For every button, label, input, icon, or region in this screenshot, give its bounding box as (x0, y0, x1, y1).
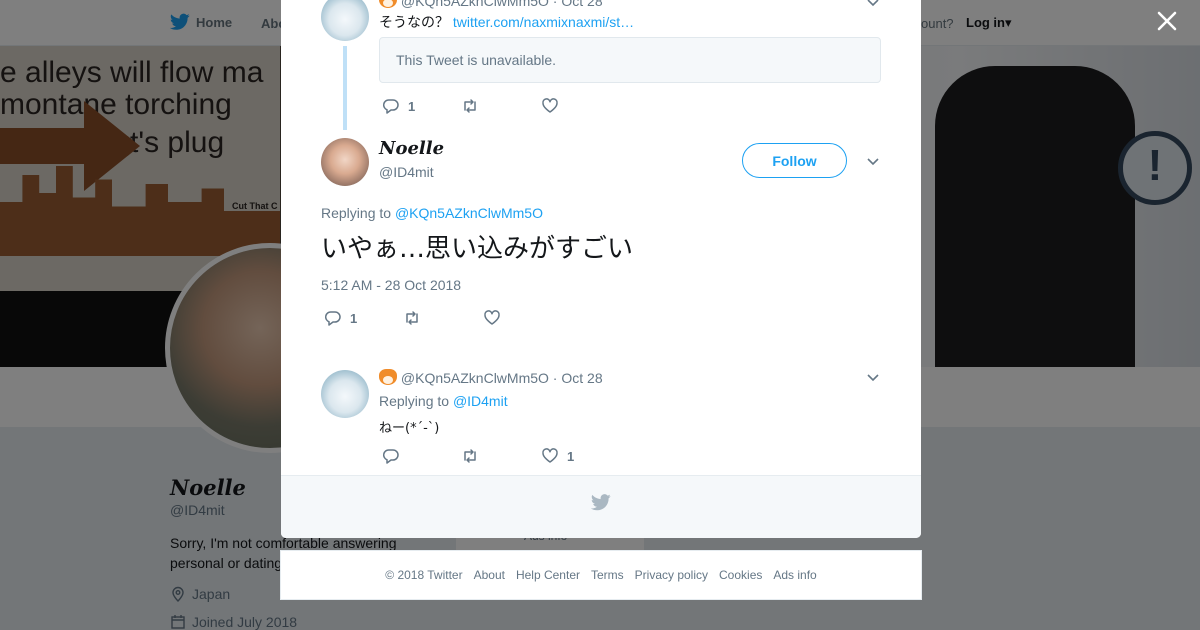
reply-icon (382, 99, 399, 114)
replying-to-handle[interactable]: @ID4mit (453, 393, 508, 409)
tweet-handle[interactable]: @KQn5AZknClwMm5O (401, 370, 549, 386)
like-icon (484, 310, 500, 325)
reply-count: 1 (408, 98, 416, 114)
avatar[interactable] (321, 0, 369, 41)
footer-link-cookies[interactable]: Cookies (719, 568, 762, 582)
reply-icon (382, 449, 399, 464)
twitter-bird-icon (591, 494, 611, 511)
retweet-icon (464, 99, 476, 113)
reply-button[interactable] (382, 447, 400, 465)
footer-link-ads[interactable]: Ads info (773, 568, 816, 582)
reply-icon (324, 311, 341, 326)
chevron-down-icon[interactable] (865, 0, 881, 10)
retweet-button[interactable] (403, 309, 421, 327)
replying-to-handle[interactable]: @KQn5AZknClwMm5O (395, 205, 543, 221)
tweet-text: そうなの？ twitter.com/naxmixnaxmi/st… (379, 12, 634, 32)
tweet-author-handle[interactable]: @ID4mit (379, 164, 434, 180)
like-icon (542, 448, 558, 463)
retweet-button[interactable] (461, 97, 479, 115)
retweet-icon (406, 311, 418, 325)
replying-to: Replying to @KQn5AZknClwMm5O (321, 205, 543, 221)
retweet-icon (464, 449, 476, 463)
footer-link-privacy[interactable]: Privacy policy (635, 568, 708, 582)
replying-to: Replying to @ID4mit (379, 393, 508, 409)
footer-link-help[interactable]: Help Center (516, 568, 580, 582)
reply-count: 1 (350, 310, 358, 326)
tweet-text-body: そうなの？ (379, 14, 449, 30)
like-button[interactable] (541, 97, 559, 115)
like-button[interactable]: 1 (541, 447, 574, 465)
tweet-header: @KQn5AZknClwMm5O · Oct 28 (379, 0, 603, 9)
retweet-button[interactable] (461, 447, 479, 465)
close-icon[interactable] (1152, 8, 1182, 38)
chevron-down-icon[interactable] (865, 369, 881, 385)
page-footer: © 2018 Twitter About Help Center Terms P… (280, 550, 922, 600)
footer-link-about[interactable]: About (474, 568, 505, 582)
tweet-text: ねー(*´-`) (379, 421, 440, 436)
fox-icon (379, 369, 397, 385)
tweet-handle[interactable]: @KQn5AZknClwMm5O (401, 0, 549, 9)
replying-prefix: Replying to (321, 205, 392, 221)
reply-button[interactable]: 1 (324, 309, 357, 327)
tweet-timestamp[interactable]: 5:12 AM - 28 Oct 2018 (321, 277, 461, 293)
tweet-modal: @KQn5AZknClwMm5O · Oct 28 そうなの？ twitter.… (281, 0, 921, 538)
modal-footer (281, 475, 921, 538)
fox-icon (379, 0, 397, 8)
footer-link-terms[interactable]: Terms (591, 568, 624, 582)
like-count: 1 (567, 448, 575, 464)
reply-button[interactable]: 1 (382, 97, 415, 115)
follow-button[interactable]: Follow (742, 143, 847, 178)
footer-copyright: © 2018 Twitter (385, 568, 463, 582)
replying-prefix: Replying to (379, 393, 450, 409)
avatar[interactable] (321, 138, 369, 186)
like-button[interactable] (483, 309, 501, 327)
avatar[interactable] (321, 370, 369, 418)
thread-connector-line (343, 46, 347, 130)
tweet-date[interactable]: Oct 28 (561, 0, 602, 9)
like-icon (542, 98, 558, 113)
chevron-down-icon[interactable] (865, 153, 881, 169)
tweet-link[interactable]: twitter.com/naxmixnaxmi/st… (453, 14, 634, 30)
tweet-author-name[interactable]: Noelle (379, 138, 444, 159)
tweet-date[interactable]: Oct 28 (561, 370, 602, 386)
tweet-main-text: いやぁ…思い込みがすごい (321, 234, 634, 264)
tweet-header: @KQn5AZknClwMm5O · Oct 28 (379, 369, 603, 386)
quote-tweet-unavailable: This Tweet is unavailable. (379, 37, 881, 83)
